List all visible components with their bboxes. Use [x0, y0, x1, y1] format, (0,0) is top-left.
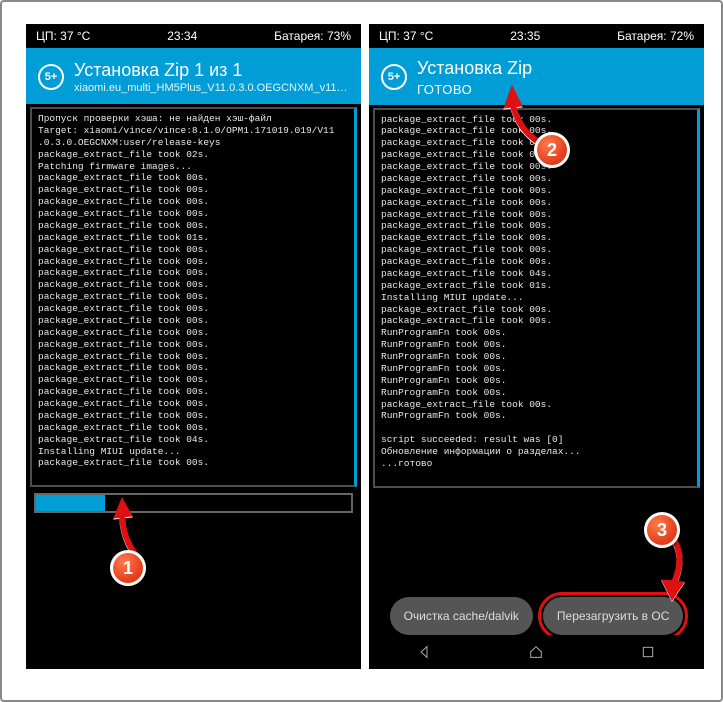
phone-right: ЦП: 37 °C 23:35 Батарея: 72% 5+ Установк… [369, 24, 704, 669]
action-buttons: Очистка cache/dalvik Перезагрузить в ОС [369, 597, 704, 635]
title-main: Установка Zip 1 из 1 [74, 60, 349, 82]
install-progress-fill [36, 495, 105, 511]
status-battery: Батарея: 72% [617, 29, 694, 43]
app-badge-icon: 5+ [38, 64, 64, 90]
console-panel: package_extract_file took 00s. package_e… [373, 108, 700, 488]
title-bar: 5+ Установка Zip 1 из 1 xiaomi.eu_multi_… [26, 48, 361, 104]
status-bar: ЦП: 37 °C 23:34 Батарея: 73% [26, 24, 361, 48]
status-temp: ЦП: 37 °C [36, 29, 90, 43]
nav-recents-icon[interactable] [640, 644, 656, 660]
wipe-cache-button[interactable]: Очистка cache/dalvik [390, 597, 533, 635]
status-bar: ЦП: 37 °C 23:35 Батарея: 72% [369, 24, 704, 48]
nav-back-icon[interactable] [417, 644, 433, 660]
console-output: Пропуск проверки хэша: не найден хэш-фай… [38, 113, 348, 469]
app-badge-icon: 5+ [381, 64, 407, 90]
callout-badge-2: 2 [534, 132, 570, 168]
title-text: Установка Zip ГОТОВО [417, 58, 532, 97]
phone-left: ЦП: 37 °C 23:34 Батарея: 73% 5+ Установк… [26, 24, 361, 669]
callout-badge-3: 3 [644, 512, 680, 548]
install-progress [34, 493, 353, 513]
status-battery: Батарея: 73% [274, 29, 351, 43]
status-temp: ЦП: 37 °C [379, 29, 433, 43]
title-status-done: ГОТОВО [417, 82, 532, 97]
nav-home-icon[interactable] [528, 644, 544, 660]
reboot-os-button[interactable]: Перезагрузить в ОС [543, 597, 683, 635]
screenshot-frame: ЦП: 37 °C 23:34 Батарея: 73% 5+ Установк… [0, 0, 723, 702]
title-text: Установка Zip 1 из 1 xiaomi.eu_multi_HM5… [74, 60, 349, 94]
title-filename: xiaomi.eu_multi_HM5Plus_V11.0.3.0.OEGCNX… [74, 82, 349, 94]
console-output: package_extract_file took 00s. package_e… [381, 114, 691, 470]
status-time: 23:34 [167, 29, 197, 43]
android-navbar [369, 635, 704, 669]
console-panel: Пропуск проверки хэша: не найден хэш-фай… [30, 107, 357, 487]
title-bar: 5+ Установка Zip ГОТОВО [369, 48, 704, 105]
title-main: Установка Zip [417, 58, 532, 80]
callout-badge-1: 1 [110, 550, 146, 586]
status-time: 23:35 [510, 29, 540, 43]
